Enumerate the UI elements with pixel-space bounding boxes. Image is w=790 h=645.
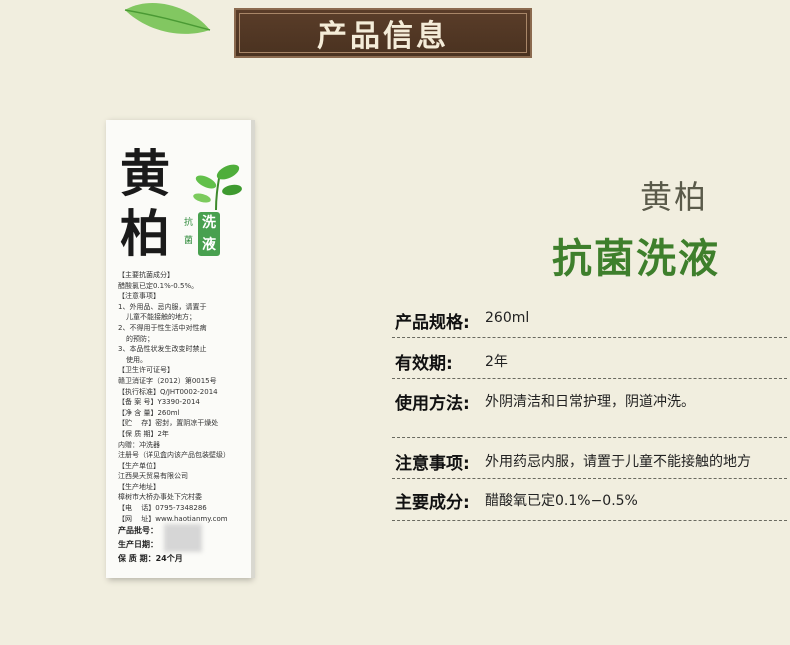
spec-row-size: 产品规格: 260ml	[395, 308, 787, 338]
divider	[392, 378, 787, 379]
box-line: 【生产地址】	[118, 482, 160, 491]
divider	[392, 520, 787, 521]
divider	[392, 478, 787, 479]
batch-label: 产品批号：	[118, 526, 158, 535]
product-logo: 黄 柏 抗菌 洗液	[106, 120, 251, 270]
logo-tag-main: 洗液	[198, 212, 220, 256]
box-line: 儿童不能接触的地方；	[126, 313, 196, 322]
section-banner: 产品信息	[234, 8, 532, 58]
box-line: 【电 话】0795-7348286	[118, 504, 207, 513]
spec-value: 260ml	[485, 310, 530, 326]
box-line: 【净 含 量】260ml	[118, 408, 180, 417]
spec-row-ingredient: 主要成分: 醋酸氧已定0.1%−0.5%	[395, 488, 787, 518]
banner-title: 产品信息	[317, 19, 449, 54]
box-line: 2、不得用于性生活中对性病	[118, 323, 207, 332]
divider	[392, 437, 787, 438]
box-line: 注册号（详见盒内该产品包装壁级）	[118, 451, 230, 460]
spec-value: 醋酸氧已定0.1%−0.5%	[485, 493, 638, 509]
shelf-life-label: 保 质 期：24个月	[118, 554, 183, 563]
box-line: 【执行标准】Q/JHT0002-2014	[118, 387, 218, 396]
divider	[392, 337, 787, 338]
leaf-icon	[124, 2, 211, 34]
box-line: 醋酸氯已定0.1%-0.5%。	[118, 281, 199, 290]
box-line: 内赠：冲洗器	[118, 440, 160, 449]
spec-value: 外阴清洁和日常护理，阴道冲洗。	[485, 394, 695, 410]
box-line: 江西昊天贸易有限公司	[118, 472, 188, 481]
box-line: 【贮 存】密封，置阴凉干燥处	[118, 419, 219, 428]
box-line: 【备 案 号】Y3390-2014	[118, 398, 200, 407]
box-line: 【卫生许可证号】	[118, 366, 174, 375]
spec-row-usage: 使用方法: 外阴清洁和日常护理，阴道冲洗。	[395, 389, 787, 419]
box-line: 【主要抗菌成分】	[118, 271, 174, 279]
box-line: 3、本品性状发生改变时禁止	[118, 345, 207, 354]
spec-label: 主要成分:	[395, 493, 470, 513]
box-line: 赣卫消证字（2012）第0015号	[118, 376, 217, 385]
box-line: 1、外用品、忌内服，请置于	[118, 302, 207, 311]
box-line: 【注意事项】	[118, 292, 160, 301]
product-name: 黄柏	[640, 178, 709, 216]
spec-value: 2年	[485, 354, 508, 370]
spec-label: 有效期:	[395, 354, 453, 374]
box-line: 【网 址】www.haotianmy.com	[118, 514, 228, 523]
spec-label: 注意事项:	[395, 454, 470, 474]
box-bottom-info: 产品批号： 生产日期： 保 质 期：24个月	[118, 524, 248, 566]
product-subtitle: 抗菌洗液	[552, 236, 720, 282]
spec-row-validity: 有效期: 2年	[395, 349, 787, 379]
box-side-edge	[251, 120, 255, 578]
product-box-image: 黄 柏 抗菌 洗液 【主要抗菌成分】 醋酸氯已定0.1%-0.5%。 【注意事项…	[106, 120, 251, 578]
sprout-icon	[193, 164, 242, 211]
spec-label: 产品规格:	[395, 313, 470, 333]
box-label-text: 【主要抗菌成分】 醋酸氯已定0.1%-0.5%。 【注意事项】 1、外用品、忌内…	[118, 270, 248, 524]
logo-char-2: 柏	[120, 204, 170, 263]
box-line: 使用。	[126, 355, 147, 364]
box-line: 【保 质 期】2年	[118, 429, 169, 438]
date-label: 生产日期：	[118, 540, 158, 549]
spec-label: 使用方法:	[395, 394, 470, 414]
spec-row-caution: 注意事项: 外用药忌内服，请置于儿童不能接触的地方	[395, 449, 787, 479]
box-line: 樟树市大桥办事处下宂村委	[118, 493, 202, 502]
spec-value: 外用药忌内服，请置于儿童不能接触的地方	[485, 454, 751, 470]
logo-tag-small: 抗菌	[184, 218, 194, 246]
box-line: 的预防；	[126, 334, 154, 343]
box-line: 【生产单位】	[118, 461, 160, 470]
